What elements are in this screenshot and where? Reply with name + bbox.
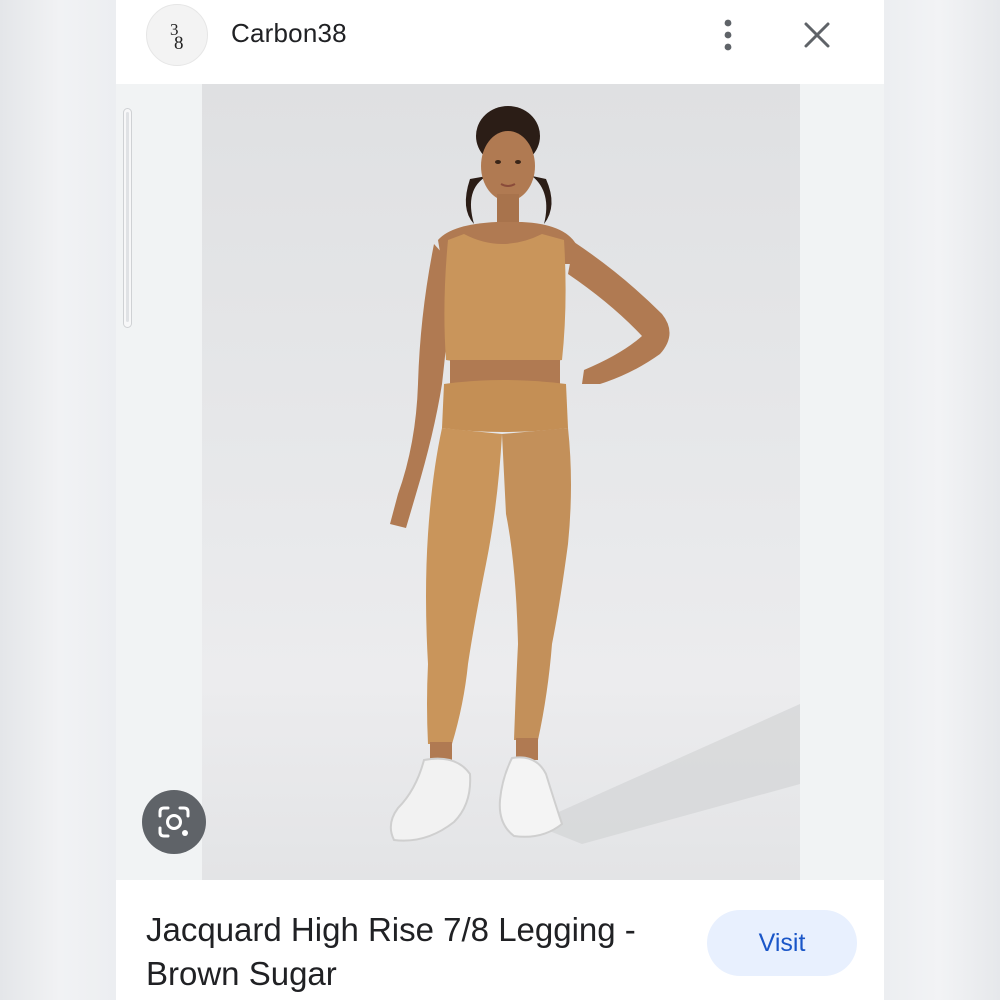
more-vert-icon bbox=[724, 19, 732, 51]
product-title[interactable]: Jacquard High Rise 7/8 Legging - Brown S… bbox=[146, 908, 686, 996]
product-title-line-2[interactable]: Brown Sugar bbox=[146, 952, 686, 996]
scrollbar-thumb[interactable] bbox=[126, 112, 129, 322]
logo-mark: 3 8 bbox=[170, 20, 184, 54]
thumbnail-scrollbar[interactable] bbox=[123, 108, 132, 328]
visit-button[interactable]: Visit bbox=[707, 910, 857, 976]
site-name[interactable]: Carbon38 bbox=[231, 18, 347, 49]
more-options-button[interactable] bbox=[708, 13, 748, 57]
google-lens-button[interactable] bbox=[142, 790, 206, 854]
close-icon bbox=[804, 22, 830, 48]
product-footer: Jacquard High Rise 7/8 Legging - Brown S… bbox=[116, 880, 884, 1000]
logo-digit-eight: 8 bbox=[174, 33, 184, 54]
image-viewer-panel: 3 8 Carbon38 Jacquard High Rise 7/8 Legg… bbox=[116, 0, 884, 1000]
image-area bbox=[116, 84, 884, 880]
product-title-line-1[interactable]: Jacquard High Rise 7/8 Legging - bbox=[146, 908, 686, 952]
google-lens-icon bbox=[158, 806, 190, 838]
close-button[interactable] bbox=[796, 13, 838, 57]
product-photo-illustration bbox=[389, 106, 800, 844]
product-image[interactable] bbox=[202, 84, 800, 880]
carbon38-logo-icon[interactable]: 3 8 bbox=[146, 4, 208, 66]
viewer-header: 3 8 Carbon38 bbox=[116, 0, 884, 84]
